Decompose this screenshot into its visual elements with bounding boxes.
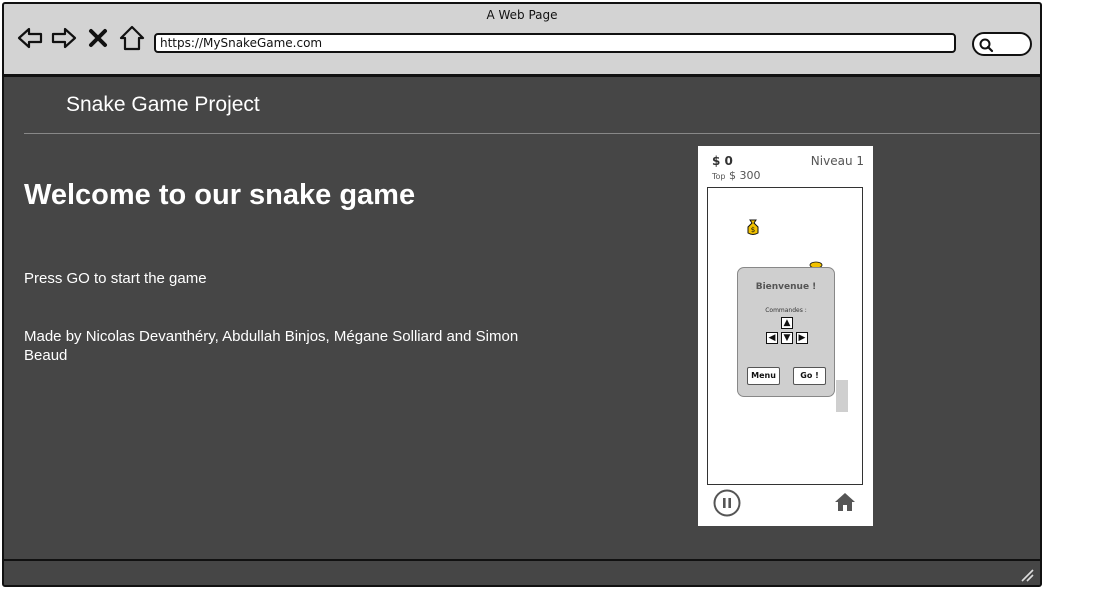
snake-body [836,380,848,412]
browser-window: A Web Page https://MySnakeGame.com Snake… [2,2,1042,587]
header-divider [24,133,1040,134]
left-key-icon: ◀ [766,332,778,344]
browser-nav [16,24,146,52]
welcome-dialog: Bienvenue ! Commandes : ▲ ◀ ▼ ▶ Menu Go … [737,267,835,397]
address-bar[interactable]: https://MySnakeGame.com [154,33,956,53]
instruction-text: Press GO to start the game [24,270,207,287]
search-button[interactable] [972,32,1032,56]
home-icon[interactable] [834,491,856,513]
menu-button[interactable]: Menu [747,367,780,385]
credits-text: Made by Nicolas Devanthéry, Abdullah Bin… [24,328,519,364]
go-button[interactable]: Go ! [793,367,826,385]
resize-grip-icon[interactable] [1018,566,1034,582]
up-key-icon: ▲ [781,317,793,329]
forward-arrow-icon[interactable] [50,24,78,52]
svg-text:$: $ [751,226,755,234]
back-arrow-icon[interactable] [16,24,44,52]
game-board[interactable]: $ Bienvenue ! Commandes : ▲ ◀ ▼ ▶ Menu G… [707,187,863,485]
window-title: A Web Page [486,8,558,22]
level-indicator: Niveau 1 [810,154,864,168]
pause-icon[interactable] [713,489,741,517]
search-icon [979,38,994,53]
page-content: Snake Game Project Welcome to our snake … [4,77,1040,562]
money-counter: $ 0 [712,154,733,168]
site-title: Snake Game Project [66,93,260,116]
stop-icon[interactable] [84,24,112,52]
top-score: Top $ 300 [712,169,761,182]
dialog-title: Bienvenue ! [755,282,817,292]
welcome-heading: Welcome to our snake game [24,179,416,211]
home-icon[interactable] [118,24,146,52]
right-key-icon: ▶ [796,332,808,344]
down-key-icon: ▼ [781,332,793,344]
game-preview: $ 0 Top $ 300 Niveau 1 $ Bienvenue ! Com… [698,146,873,526]
browser-chrome: A Web Page https://MySnakeGame.com [4,4,1040,77]
commands-label: Commandes : [765,307,807,314]
coin-bag-icon: $ [747,219,759,235]
status-bar [4,559,1040,585]
top-score-value: $ 300 [729,169,761,182]
top-score-label: Top [712,172,726,181]
